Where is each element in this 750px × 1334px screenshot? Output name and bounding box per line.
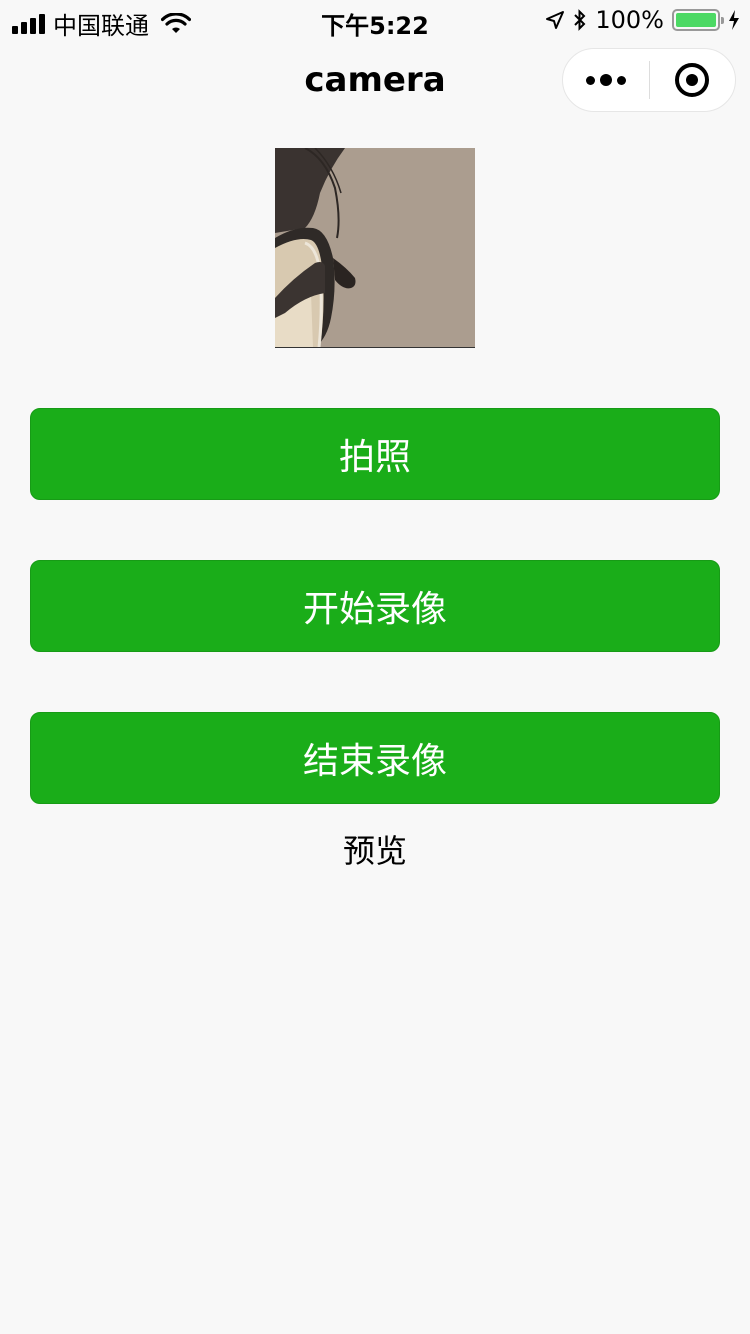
status-bar-right: 100%	[545, 6, 740, 34]
battery-percent: 100%	[595, 6, 664, 34]
close-miniprogram-icon	[675, 63, 710, 97]
miniprogram-capsule	[562, 48, 736, 112]
close-button[interactable]	[650, 48, 736, 112]
nav-bar: camera	[0, 40, 750, 128]
location-icon	[546, 11, 565, 29]
camera-feed-image	[275, 148, 475, 347]
take-photo-button[interactable]: 拍照	[30, 408, 720, 500]
charging-icon	[729, 10, 739, 30]
battery-icon	[672, 9, 724, 31]
more-icon	[585, 75, 595, 85]
more-button[interactable]	[563, 48, 649, 112]
preview-label: 预览	[342, 832, 407, 870]
status-bar: 中国联通 下午5:22 100%	[0, 0, 750, 40]
camera-preview[interactable]	[275, 148, 475, 348]
start-record-button[interactable]: 开始录像	[30, 560, 720, 652]
battery-fill	[676, 13, 716, 27]
bluetooth-icon	[574, 9, 586, 31]
stop-record-button[interactable]: 结束录像	[30, 712, 720, 804]
